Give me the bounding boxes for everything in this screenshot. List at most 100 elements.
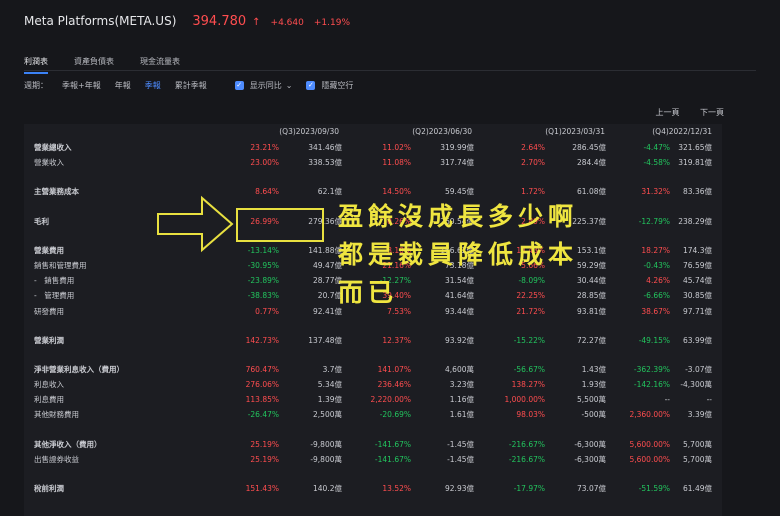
price-change: +4.640	[270, 18, 304, 28]
show-yoy-label: 显示同比	[249, 81, 282, 90]
cell-value: 76.59億	[683, 260, 712, 270]
row-label: 其他財務費用	[34, 410, 79, 420]
cell-value: 5,700萬	[683, 439, 712, 449]
cell-value: -500萬	[581, 410, 606, 420]
yoy-change: 236.46%	[377, 380, 411, 390]
yoy-change: -38.83%	[247, 291, 279, 301]
price-change-pct: +1.19%	[313, 18, 350, 28]
tab-balance-sheet[interactable]: 資產負債表	[74, 56, 114, 74]
column-header: (Q1)2023/03/31	[545, 127, 605, 136]
row-label: 營業總收入	[34, 143, 72, 152]
show-yoy-checkbox[interactable]: ✓ 显示同比 ⌄	[234, 80, 293, 91]
row-label: - 管理費用	[34, 291, 75, 301]
cell-value: 141.88億	[308, 245, 342, 255]
yoy-change: 2,220.00%	[370, 395, 411, 405]
row-spacer	[24, 467, 722, 481]
yoy-change: -17.97%	[513, 484, 545, 493]
period-option-cumulative[interactable]: 累計季報	[175, 80, 207, 91]
cell-value: 3.7億	[322, 364, 342, 374]
cell-value: 1.43億	[581, 364, 606, 374]
cell-value: 92.41億	[313, 306, 342, 316]
table-row: 營業總收入 23.21% 341.46億 11.02% 319.99億 2.64% 286.…	[24, 140, 722, 155]
check-icon: ✓	[234, 81, 244, 90]
row-label: 主營業務成本	[34, 187, 79, 197]
period-option-quarterly-annual[interactable]: 季報+年報	[62, 80, 101, 91]
row-label: - 銷售費用	[34, 276, 75, 286]
row-label: 研發費用	[34, 306, 64, 316]
cell-value: 61.49億	[683, 484, 712, 493]
cell-value: -4,300萬	[680, 380, 712, 390]
yoy-change: 98.03%	[516, 410, 545, 420]
cell-value: 284.4億	[577, 158, 606, 168]
annotation-text: 盈餘沒成長多少啊 都是裁員降低成本 而已	[338, 202, 579, 307]
cell-value: 238.29億	[678, 216, 712, 226]
chevron-down-icon: ⌄	[285, 81, 293, 90]
arrow-up-icon: ↑	[252, 17, 261, 28]
cell-value: -1.45億	[447, 454, 474, 464]
tab-cash-flow[interactable]: 現金流量表	[140, 56, 180, 74]
table-row: 稅前利潤 151.43% 140.2億 13.52% 92.93億 -17.97% 73.0…	[24, 481, 722, 496]
yoy-change: -30.95%	[247, 260, 279, 270]
row-label: 營業收入	[34, 158, 64, 168]
yoy-change: -216.67%	[508, 439, 545, 449]
cell-value: 4,600萬	[445, 364, 474, 374]
tab-divider	[24, 70, 756, 71]
yoy-change: 13.52%	[382, 484, 411, 493]
cell-value: 28.77億	[313, 276, 342, 286]
cell-value: 30.85億	[683, 291, 712, 301]
cell-value: 319.81億	[678, 158, 712, 168]
hide-empty-rows-checkbox[interactable]: ✓ 隱藏空行	[306, 80, 353, 91]
row-spacer	[24, 319, 722, 333]
cell-value: 45.74億	[683, 276, 712, 286]
cell-value: 62.1億	[317, 187, 342, 197]
yoy-change: -216.67%	[508, 454, 545, 464]
yoy-change: 151.43%	[245, 484, 279, 493]
yoy-change: -56.67%	[513, 364, 545, 374]
row-label: 毛利	[34, 216, 49, 226]
prev-page-button[interactable]: 上一頁	[655, 108, 679, 117]
cell-value: 286.45億	[572, 143, 606, 152]
tab-income-statement[interactable]: 利潤表	[24, 56, 48, 74]
yoy-change: -141.67%	[374, 439, 411, 449]
cell-value: -9,800萬	[310, 439, 342, 449]
cell-value: 1.16億	[449, 395, 474, 405]
row-spacer	[24, 170, 722, 184]
table-row: 出售證券收益 25.19% -9,800萬 -141.67% -1.45億 -216.67…	[24, 452, 722, 467]
cell-value: 92.93億	[445, 484, 474, 493]
yoy-change: 2.64%	[521, 143, 545, 152]
period-label: 週期：	[24, 81, 48, 90]
period-option-quarterly[interactable]: 季報	[145, 80, 161, 91]
statement-tabs: 利潤表 資產負債表 現金流量表	[24, 56, 206, 74]
yoy-change: -20.69%	[379, 410, 411, 420]
cell-value: 49.47億	[313, 260, 342, 270]
cell-value: 3.39億	[687, 410, 712, 420]
cell-value: 338.53億	[308, 158, 342, 168]
cell-value: -1.45億	[447, 439, 474, 449]
cell-value: 20.7億	[317, 291, 342, 301]
cell-value: 83.36億	[683, 187, 712, 197]
cell-value: 5,500萬	[577, 395, 606, 405]
row-label: 出售證券收益	[34, 454, 79, 464]
table-row: 利息費用 113.85% 1.39億 2,220.00% 1.16億 1,000.00% 5…	[24, 392, 722, 407]
period-option-annual[interactable]: 年報	[115, 80, 131, 91]
cell-value: 1.61億	[449, 410, 474, 420]
yoy-change: 25.19%	[250, 454, 279, 464]
cell-value: 97.71億	[683, 306, 712, 316]
yoy-change: 23.00%	[250, 158, 279, 168]
row-label: 其他淨收入（費用）	[34, 439, 102, 449]
yoy-change: 138.27%	[511, 380, 545, 390]
cell-value: 2,500萬	[313, 410, 342, 420]
table-row: 營業收入 23.00% 338.53億 11.08% 317.74億 2.70% 284.4…	[24, 155, 722, 170]
cell-value: --	[706, 395, 712, 405]
column-header: (Q2)2023/06/30	[412, 127, 472, 136]
row-label: 稅前利潤	[34, 484, 64, 493]
cell-value: 63.99億	[683, 335, 712, 345]
cell-value: 72.27億	[577, 335, 606, 345]
table-row: 其他財務費用 -26.47% 2,500萬 -20.69% 1.61億 98.03% -50…	[24, 407, 722, 422]
next-page-button[interactable]: 下一頁	[700, 108, 724, 117]
yoy-change: 276.06%	[245, 380, 279, 390]
row-label: 銷售和管理費用	[34, 260, 87, 270]
period-filters: 週期： 季報+年報 年報 季報 累計季報 ✓ 显示同比 ⌄ ✓ 隱藏空行	[24, 80, 353, 91]
stock-header: Meta Platforms(META.US) 394.780 ↑ +4.640…	[24, 14, 350, 30]
yoy-change: 760.47%	[245, 364, 279, 374]
